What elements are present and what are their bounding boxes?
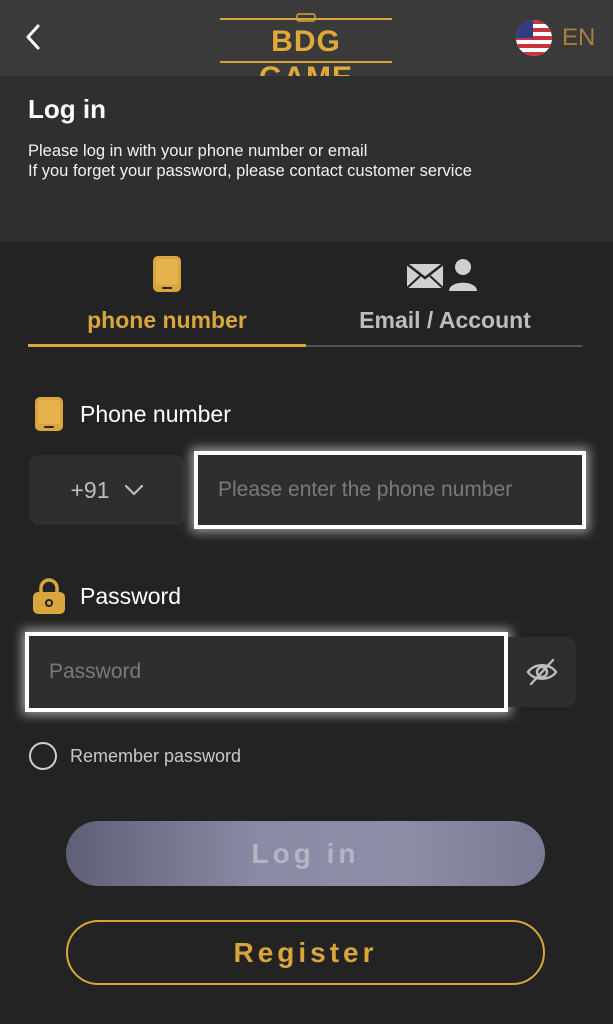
page-title: Log in xyxy=(28,94,106,124)
phone-number-input[interactable] xyxy=(198,455,582,525)
tab-phone-label: phone number xyxy=(87,307,247,333)
bdg-game-logo: BDG GAME xyxy=(220,13,392,94)
remember-password-toggle[interactable]: Remember password xyxy=(29,740,241,772)
lock-icon xyxy=(33,578,65,614)
remember-password-label: Remember password xyxy=(70,745,242,766)
register-button[interactable]: Register xyxy=(66,920,545,985)
login-button[interactable]: Log in xyxy=(66,821,545,886)
us-flag-icon xyxy=(516,20,552,56)
country-code-value: +91 xyxy=(70,476,110,503)
tab-phone-number[interactable]: phone number xyxy=(28,250,306,346)
tab-active-underline xyxy=(28,344,306,347)
email-account-icon xyxy=(406,259,477,291)
toggle-password-visibility[interactable] xyxy=(508,637,576,707)
tab-email-label: Email / Account xyxy=(359,307,531,333)
country-code-select[interactable]: +91 xyxy=(29,455,185,525)
register-button-label: Register xyxy=(233,936,378,968)
phone-input-wrapper xyxy=(194,451,586,529)
language-selector[interactable]: EN xyxy=(516,20,595,56)
instructions-line-2: If you forget your password, please cont… xyxy=(28,162,472,180)
back-button[interactable] xyxy=(18,22,48,52)
phone-field-icon xyxy=(35,397,63,431)
remember-password-radio[interactable] xyxy=(29,742,57,770)
tab-inactive-underline xyxy=(306,345,582,347)
login-button-label: Log in xyxy=(251,837,360,869)
phone-number-label: Phone number xyxy=(80,401,231,427)
password-input-wrapper xyxy=(25,632,508,712)
instructions-line-1: Please log in with your phone number or … xyxy=(28,142,368,160)
eye-slash-icon xyxy=(526,658,558,686)
login-instructions: Please log in with your phone number or … xyxy=(28,141,472,181)
language-label: EN xyxy=(562,24,596,51)
password-input[interactable] xyxy=(29,636,504,708)
phone-icon xyxy=(153,256,181,292)
tab-email-account[interactable]: Email / Account xyxy=(306,250,584,346)
chevron-left-icon xyxy=(26,24,40,50)
crown-icon xyxy=(296,13,316,22)
logo-line-bottom xyxy=(220,61,392,63)
chevron-down-icon xyxy=(124,484,143,496)
password-label: Password xyxy=(80,583,181,609)
logo-line-top xyxy=(220,18,392,20)
